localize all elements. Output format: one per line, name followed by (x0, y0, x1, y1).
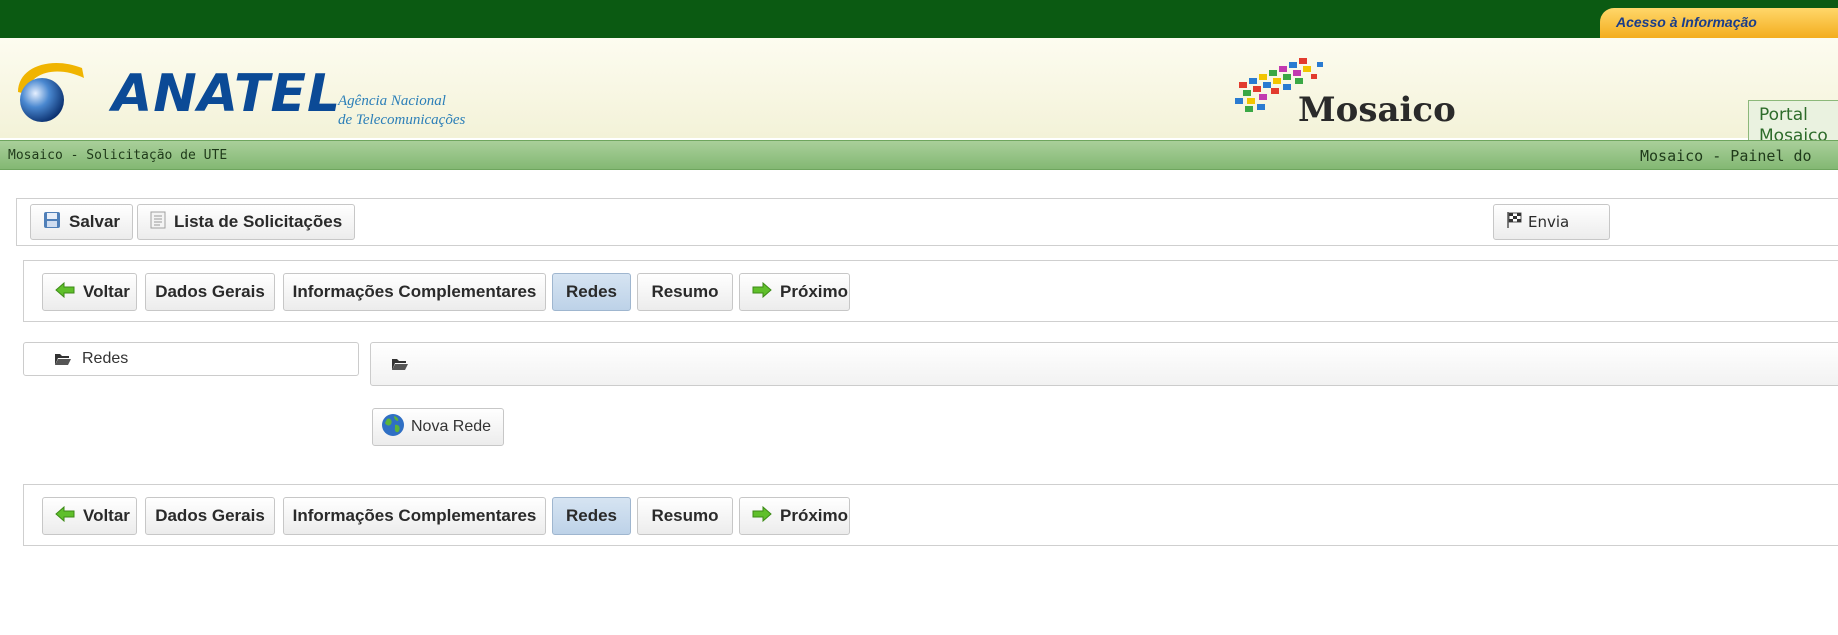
back-label: Voltar (83, 282, 130, 301)
next-label: Próximo (780, 506, 849, 525)
globe-icon (381, 413, 405, 442)
new-network-label: Nova Rede (411, 418, 492, 435)
tab-redes[interactable]: Redes (552, 497, 631, 535)
breadcrumb-left: Mosaico - Solicitação de UTE (8, 148, 228, 163)
save-button[interactable]: Salvar (30, 204, 134, 240)
next-label: Próximo (780, 282, 849, 301)
anatel-subtitle-line2: de Telecomunicações (338, 112, 466, 128)
anatel-subtitle-line1: Agência Nacional (338, 93, 446, 109)
anatel-logo-text: ANATEL (112, 64, 342, 124)
tab-resumo-label: Resumo (651, 506, 719, 525)
network-tree-root[interactable]: Redes (23, 342, 359, 376)
breadcrumb-right[interactable]: Mosaico - Painel do (1640, 147, 1812, 165)
new-network-button[interactable]: Nova Rede (372, 408, 504, 446)
request-list-button[interactable]: Lista de Solicitações (137, 204, 356, 240)
green-arrow-left-icon (55, 281, 75, 303)
tab-dados-gerais[interactable]: Dados Gerais (145, 497, 275, 535)
green-arrow-left-icon (55, 505, 75, 527)
tab-redes-label: Redes (565, 282, 618, 301)
document-list-icon (150, 211, 166, 234)
open-folder-icon (391, 357, 409, 375)
tab-informacoes-complementares-label: Informações Complementares (292, 506, 537, 525)
breadcrumb-bar: Mosaico - Solicitação de UTE Mosaico - P… (0, 140, 1838, 170)
anatel-subtitle: Agência Nacional de Telecomunicações (338, 92, 465, 130)
send-button[interactable]: Envia (1493, 204, 1611, 240)
save-button-label: Salvar (69, 212, 121, 231)
tab-resumo[interactable]: Resumo (637, 497, 733, 535)
open-folder-icon (54, 352, 72, 371)
back-label: Voltar (83, 506, 130, 525)
next-button[interactable]: Próximo (739, 497, 850, 535)
flag-icon (1506, 211, 1524, 233)
back-button[interactable]: Voltar (42, 273, 137, 311)
tree-root-label: Redes (82, 350, 129, 367)
tab-informacoes-complementares-label: Informações Complementares (292, 282, 537, 301)
network-path-bar (370, 342, 1838, 386)
tab-dados-gerais-label: Dados Gerais (155, 506, 265, 525)
portal-line1: Portal (1759, 105, 1808, 125)
next-button[interactable]: Próximo (739, 273, 850, 311)
tab-dados-gerais-label: Dados Gerais (155, 282, 265, 301)
acesso-informacao-link[interactable]: Acesso à Informação (1600, 8, 1838, 38)
top-bar (0, 0, 1838, 38)
tab-resumo[interactable]: Resumo (637, 273, 733, 311)
tab-resumo-label: Resumo (651, 282, 719, 301)
acesso-informacao-label: Acesso à Informação (1616, 14, 1757, 30)
tab-dados-gerais[interactable]: Dados Gerais (145, 273, 275, 311)
tab-informacoes-complementares[interactable]: Informações Complementares (283, 497, 546, 535)
anatel-logo-icon (18, 62, 84, 122)
tab-informacoes-complementares[interactable]: Informações Complementares (283, 273, 546, 311)
back-button[interactable]: Voltar (42, 497, 137, 535)
tab-redes-label: Redes (565, 506, 618, 525)
green-arrow-right-icon (752, 505, 772, 527)
tab-redes[interactable]: Redes (552, 273, 631, 311)
green-arrow-right-icon (752, 281, 772, 303)
send-button-label: Envia (1528, 213, 1570, 231)
request-list-label: Lista de Solicitações (174, 212, 343, 231)
mosaico-brand-text: Mosaico (1298, 90, 1456, 130)
floppy-disk-icon (43, 211, 61, 234)
